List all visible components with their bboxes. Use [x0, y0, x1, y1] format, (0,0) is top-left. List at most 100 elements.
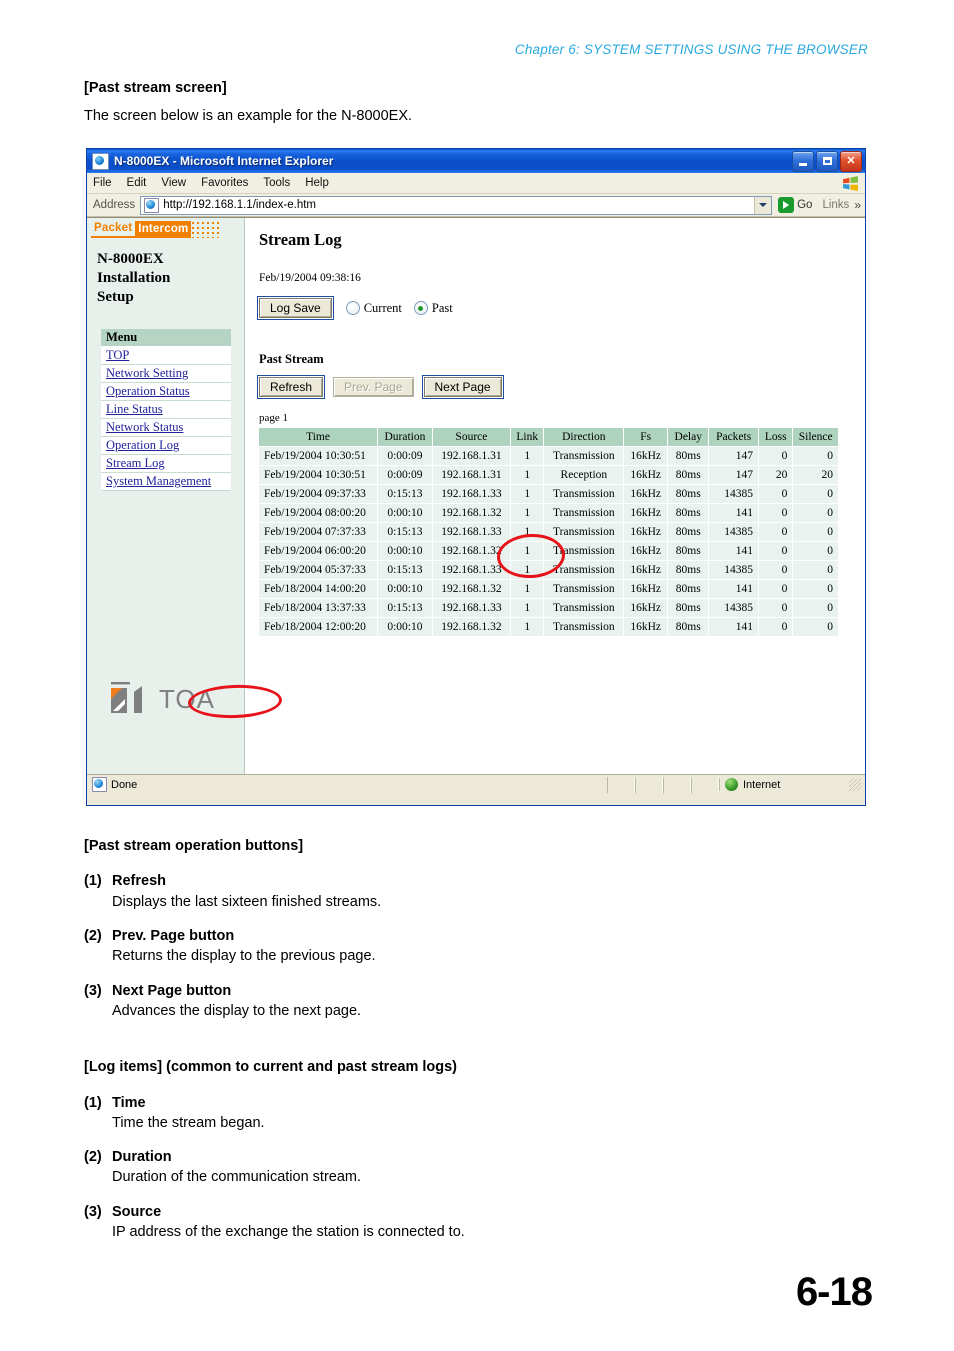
- cell-silence: 0: [792, 579, 839, 599]
- cell-direction: Transmission: [543, 446, 625, 466]
- cell-delay: 80ms: [667, 484, 710, 504]
- cell-fs: 16kHz: [623, 465, 669, 485]
- past-stream-heading: Past Stream: [259, 352, 324, 366]
- cell-loss: 0: [758, 522, 794, 542]
- cell-direction: Transmission: [543, 484, 625, 504]
- menu-help[interactable]: Help: [305, 177, 329, 189]
- cell-time: Feb/19/2004 09:37:33: [259, 484, 379, 504]
- address-dropdown-button[interactable]: [754, 196, 772, 214]
- column-header-silence[interactable]: Silence: [792, 428, 839, 447]
- sidebar-item-line-status[interactable]: Line Status: [101, 401, 231, 420]
- column-header-time[interactable]: Time: [259, 428, 379, 447]
- cell-duration: 0:15:13: [377, 484, 433, 504]
- security-zone[interactable]: Internet: [719, 778, 849, 791]
- sidebar-link-system-management[interactable]: System Management: [106, 474, 211, 488]
- window-controls: ✕: [792, 150, 862, 172]
- table-header-row: Time Duration Source Link Direction Fs D…: [259, 428, 839, 447]
- column-header-duration[interactable]: Duration: [377, 428, 433, 447]
- menu-favorites[interactable]: Favorites: [201, 177, 248, 189]
- sidebar-item-top[interactable]: TOP: [101, 347, 231, 366]
- cell-link: 1: [510, 465, 545, 485]
- status-panel-3: [663, 776, 691, 793]
- cell-source: 192.168.1.33: [432, 598, 512, 618]
- cell-delay: 80ms: [667, 522, 710, 542]
- sidebar-link-network-setting[interactable]: Network Setting: [106, 366, 188, 380]
- column-header-delay[interactable]: Delay: [667, 428, 710, 447]
- radio-current-label: Current: [363, 300, 402, 315]
- cell-link: 1: [510, 446, 545, 466]
- next-page-button[interactable]: Next Page: [421, 375, 504, 399]
- cell-duration: 0:00:10: [377, 541, 433, 561]
- cell-direction: Transmission: [543, 560, 625, 580]
- sidebar-link-operation-status[interactable]: Operation Status: [106, 384, 190, 398]
- go-button[interactable]: Go: [778, 197, 812, 213]
- menu-view[interactable]: View: [161, 177, 186, 189]
- log-label-3: Source: [112, 1204, 162, 1220]
- menu-edit[interactable]: Edit: [127, 177, 147, 189]
- sidebar-heading-line-2: Installation: [97, 269, 171, 286]
- menu-tools[interactable]: Tools: [263, 177, 290, 189]
- cell-duration: 0:00:09: [377, 465, 433, 485]
- table-row: Feb/18/2004 13:37:33 0:15:13 192.168.1.33 1…: [259, 598, 839, 618]
- cell-fs: 16kHz: [623, 560, 669, 580]
- radio-option-past[interactable]: Past: [413, 301, 453, 316]
- radio-current-icon[interactable]: [345, 301, 360, 315]
- minimize-button[interactable]: [792, 150, 814, 172]
- cell-loss: 20: [758, 465, 794, 485]
- stream-log-table: Time Duration Source Link Direction Fs D…: [259, 428, 839, 637]
- refresh-button[interactable]: Refresh: [256, 375, 326, 399]
- radio-past-icon[interactable]: [413, 301, 428, 315]
- ops-num-1: (1): [84, 873, 102, 889]
- cell-delay: 80ms: [667, 503, 710, 523]
- links-button[interactable]: Links: [822, 199, 849, 211]
- cell-time: Feb/19/2004 10:30:51: [259, 465, 379, 485]
- ops-label-2: Prev. Page button: [112, 928, 235, 944]
- sidebar-item-operation-log[interactable]: Operation Log: [101, 437, 231, 456]
- sidebar-item-network-status[interactable]: Network Status: [101, 419, 231, 438]
- sidebar-link-stream-log[interactable]: Stream Log: [106, 456, 165, 470]
- log-num-3: (3): [84, 1204, 102, 1220]
- windows-flag-icon: [843, 176, 858, 191]
- close-icon[interactable]: ✕: [840, 150, 862, 172]
- sidebar: Packet Intercom N-8000EX Installation Se…: [87, 218, 245, 774]
- sidebar-item-system-management[interactable]: System Management: [101, 473, 231, 492]
- column-header-packets[interactable]: Packets: [708, 428, 760, 447]
- ops-num-3: (3): [84, 983, 102, 999]
- sidebar-item-operation-status[interactable]: Operation Status: [101, 383, 231, 402]
- cell-packets: 14385: [708, 560, 760, 580]
- column-header-direction[interactable]: Direction: [543, 428, 625, 447]
- cell-duration: 0:15:13: [377, 598, 433, 618]
- ops-desc-1: Displays the last sixteen finished strea…: [112, 894, 382, 910]
- column-header-loss[interactable]: Loss: [758, 428, 794, 447]
- column-header-source[interactable]: Source: [432, 428, 512, 447]
- log-label-1: Time: [112, 1095, 146, 1111]
- main-content: Stream Log Feb/19/2004 09:38:16 Log Save…: [245, 218, 865, 774]
- table-row: Feb/18/2004 14:00:20 0:00:10 192.168.1.32 1…: [259, 579, 839, 599]
- log-save-button[interactable]: Log Save: [257, 296, 334, 320]
- cell-link: 1: [510, 560, 545, 580]
- sidebar-item-stream-log[interactable]: Stream Log: [101, 455, 231, 474]
- ops-desc-2: Returns the display to the previous page…: [112, 948, 376, 964]
- sidebar-item-network-setting[interactable]: Network Setting: [101, 365, 231, 384]
- table-row: Feb/19/2004 10:30:51 0:00:09 192.168.1.31 1…: [259, 465, 839, 485]
- cell-duration: 0:00:10: [377, 503, 433, 523]
- sidebar-heading-line-3: Setup: [97, 288, 134, 305]
- cell-source: 192.168.1.32: [432, 617, 512, 637]
- content-title: Stream Log: [259, 230, 342, 249]
- cell-loss: 0: [758, 598, 794, 618]
- column-header-link[interactable]: Link: [510, 428, 545, 447]
- sidebar-link-network-status[interactable]: Network Status: [106, 420, 183, 434]
- column-header-fs[interactable]: Fs: [623, 428, 669, 447]
- status-page-icon: [92, 777, 107, 792]
- sidebar-link-top[interactable]: TOP: [106, 348, 129, 362]
- sidebar-link-operation-log[interactable]: Operation Log: [106, 438, 179, 452]
- radio-option-current[interactable]: Current: [345, 300, 402, 316]
- resize-grip-icon[interactable]: [849, 778, 861, 791]
- maximize-button[interactable]: [816, 150, 838, 172]
- sidebar-link-line-status[interactable]: Line Status: [106, 402, 163, 416]
- address-input[interactable]: http://192.168.1.1/index-e.htm: [140, 195, 773, 215]
- menu-file[interactable]: File: [93, 177, 112, 189]
- cell-packets: 147: [708, 446, 760, 466]
- cell-fs: 16kHz: [623, 541, 669, 561]
- toolbar-overflow-icon[interactable]: »: [854, 198, 861, 212]
